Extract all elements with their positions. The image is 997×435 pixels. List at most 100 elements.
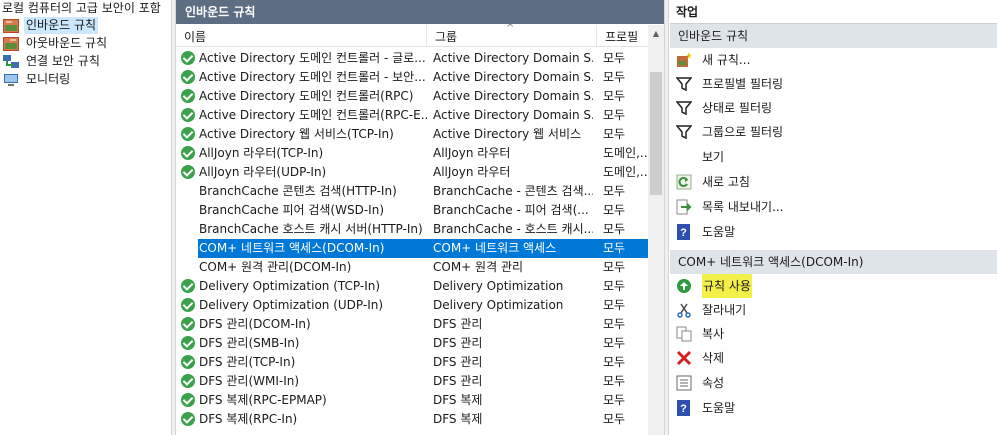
action-label: 새 규칙... <box>702 53 751 67</box>
rule-name-cell: DFS 관리(TCP-In) <box>199 355 296 369</box>
enabled-check-icon <box>181 146 195 160</box>
tree-item-label: 모니터링 <box>26 72 71 86</box>
rule-name-cell: DFS 복제(RPC-In) <box>199 412 298 426</box>
action-filter-by-state[interactable]: 상태로 필터링 <box>670 96 997 120</box>
table-row[interactable]: Delivery Optimization (UDP-In) Delivery O… <box>176 296 648 315</box>
rule-profile-cell: 모두 <box>603 298 626 312</box>
navigation-tree: 로컬 컴퓨터의 고급 보안이 포함 인바운드 규칙 아웃바운드 규칙 연결 보안… <box>0 0 172 435</box>
action-help[interactable]: ? 도움말 <box>670 220 997 244</box>
table-row[interactable]: BranchCache 피어 검색(WSD-In) BranchCache - 피… <box>176 201 648 220</box>
table-row[interactable]: Active Directory 도메인 컨트롤러 - 글로... Active … <box>176 49 648 68</box>
action-copy[interactable]: 복사 <box>670 322 997 346</box>
table-row[interactable]: DFS 관리(TCP-In) DFS 관리 모두 <box>176 353 648 372</box>
action-new-rule[interactable]: 새 규칙... <box>670 48 997 72</box>
tree-item-inbound-rules[interactable]: 인바운드 규칙 <box>3 17 99 34</box>
enabled-check-icon <box>181 70 195 84</box>
table-row[interactable]: Delivery Optimization (TCP-In) Delivery O… <box>176 277 648 296</box>
tree-root-item[interactable]: 로컬 컴퓨터의 고급 보안이 포함 <box>0 0 161 17</box>
rule-name-cell: DFS 관리(DCOM-In) <box>199 317 311 331</box>
actions-section-inbound-rules[interactable]: 인바운드 규칙 <box>670 24 997 48</box>
refresh-icon <box>676 174 692 190</box>
enabled-check-icon <box>181 374 195 388</box>
actions-section-selected-rule[interactable]: COM+ 네트워크 액세스(DCOM-In) <box>670 250 997 274</box>
table-row[interactable]: Active Directory 도메인 컨트롤러 - 보안... Active … <box>176 68 648 87</box>
inbound-rules-icon <box>3 18 19 33</box>
filter-icon <box>676 101 692 116</box>
action-label: 규칙 사용 <box>702 274 752 298</box>
enabled-check-icon <box>181 393 195 407</box>
rule-profile-cell: 모두 <box>603 241 626 255</box>
tree-item-label: 아웃바운드 규칙 <box>26 36 108 50</box>
table-row[interactable]: DFS 관리(DCOM-In) DFS 관리 모두 <box>176 315 648 334</box>
sort-ascending-icon: ^ <box>506 23 515 34</box>
table-row[interactable]: Active Directory 웹 서비스(TCP-In) Active Dir… <box>176 125 648 144</box>
table-row[interactable]: DFS 복제(RPC-EPMAP) DFS 복제 모두 <box>176 391 648 410</box>
scroll-up-arrow-icon[interactable]: ▲ <box>648 25 664 42</box>
action-help-rule[interactable]: ? 도움말 <box>670 396 997 420</box>
rule-name-cell: Active Directory 도메인 컨트롤러(RPC) <box>199 89 414 103</box>
rule-group-cell: Active Directory 웹 서비스 <box>433 127 582 141</box>
tree-item-monitoring[interactable]: 모니터링 <box>3 71 72 88</box>
tree-item-label: 연결 보안 규칙 <box>26 54 100 68</box>
tree-item-connection-security[interactable]: 연결 보안 규칙 <box>3 53 102 70</box>
action-export-list[interactable]: 목록 내보내기... <box>670 195 997 219</box>
rule-profile-cell: 모두 <box>603 184 626 198</box>
rule-group-cell: Active Directory Domain S... <box>433 70 593 84</box>
rules-pane: 인바운드 규칙 이름 그룹 프로필 ^ Active Directory 도메인… <box>176 0 664 435</box>
action-enable-rule[interactable]: 규칙 사용 <box>670 274 997 298</box>
rule-name-cell: DFS 관리(WMI-In) <box>199 374 300 388</box>
rule-profile-cell: 모두 <box>603 89 626 103</box>
rule-name-cell: Active Directory 도메인 컨트롤러(RPC-E... <box>199 108 427 122</box>
enabled-check-icon <box>181 298 195 312</box>
action-delete[interactable]: 삭제 <box>670 346 997 370</box>
rule-name-cell: Active Directory 도메인 컨트롤러 - 글로... <box>199 51 426 65</box>
action-label: 도움말 <box>702 225 736 239</box>
action-label: 잘라내기 <box>702 303 747 317</box>
help-icon: ? <box>677 400 690 416</box>
tree-item-outbound-rules[interactable]: 아웃바운드 규칙 <box>3 35 109 52</box>
action-label: 복사 <box>702 327 725 341</box>
actions-header: 작업 <box>670 0 997 24</box>
table-row[interactable]: Active Directory 도메인 컨트롤러(RPC-E... Active… <box>176 106 648 125</box>
rule-profile-cell: 모두 <box>603 336 626 350</box>
rule-group-cell: BranchCache - 콘텐츠 검색... <box>433 184 593 198</box>
rule-group-cell: AllJoyn 라우터 <box>433 165 511 179</box>
action-properties[interactable]: 속성 <box>670 371 997 395</box>
enabled-check-icon <box>181 279 195 293</box>
table-row[interactable]: COM+ 네트워크 액세스(DCOM-In) COM+ 네트워크 액세스 모두 <box>176 239 648 258</box>
column-header-name[interactable]: 이름 <box>176 25 427 47</box>
action-refresh[interactable]: 새로 고침 <box>670 170 997 194</box>
action-label: 프로필별 필터링 <box>702 77 784 91</box>
cut-icon <box>677 303 691 318</box>
action-label: 속성 <box>702 376 725 390</box>
rule-group-cell: BranchCache - 피어 검색(... <box>433 203 589 217</box>
table-row[interactable]: DFS 복제(RPC-In) DFS 복제 모두 <box>176 410 648 429</box>
table-row[interactable]: DFS 관리(WMI-In) DFS 관리 모두 <box>176 372 648 391</box>
table-row[interactable]: AllJoyn 라우터(TCP-In) AllJoyn 라우터 도메인,... <box>176 144 648 163</box>
action-view[interactable]: 보기 <box>670 145 997 169</box>
rule-profile-cell: 모두 <box>603 203 626 217</box>
table-row[interactable]: BranchCache 호스트 캐시 서버(HTTP-In) BranchCach… <box>176 220 648 239</box>
enabled-check-icon <box>181 412 195 426</box>
table-row[interactable]: AllJoyn 라우터(UDP-In) AllJoyn 라우터 도메인,... <box>176 163 648 182</box>
action-filter-by-profile[interactable]: 프로필별 필터링 <box>670 72 997 96</box>
vertical-scrollbar[interactable]: ▲ <box>648 25 664 435</box>
rule-group-cell: DFS 복제 <box>433 412 483 426</box>
rule-profile-cell: 모두 <box>603 317 626 331</box>
rule-name-cell: Active Directory 웹 서비스(TCP-In) <box>199 127 394 141</box>
table-row[interactable]: COM+ 원격 관리(DCOM-In) COM+ 원격 관리 모두 <box>176 258 648 277</box>
rule-group-cell: DFS 관리 <box>433 317 483 331</box>
column-header-profile[interactable]: 프로필 <box>597 25 648 47</box>
actions-pane: 작업 인바운드 규칙 새 규칙... 프로필별 필터링 상태로 필터링 그룹으로… <box>670 0 997 435</box>
action-filter-by-group[interactable]: 그룹으로 필터링 <box>670 120 997 144</box>
scrollbar-thumb[interactable] <box>650 72 662 195</box>
right-splitter[interactable] <box>664 0 669 435</box>
table-row[interactable]: BranchCache 콘텐츠 검색(HTTP-In) BranchCache -… <box>176 182 648 201</box>
enable-rule-icon <box>677 279 691 293</box>
rule-name-cell: AllJoyn 라우터(TCP-In) <box>199 146 324 160</box>
table-row[interactable]: Active Directory 도메인 컨트롤러(RPC) Active Dir… <box>176 87 648 106</box>
table-row[interactable]: DFS 관리(SMB-In) DFS 관리 모두 <box>176 334 648 353</box>
rule-group-cell: DFS 관리 <box>433 374 483 388</box>
action-cut[interactable]: 잘라내기 <box>670 298 997 322</box>
rule-group-cell: Active Directory Domain S... <box>433 51 593 65</box>
